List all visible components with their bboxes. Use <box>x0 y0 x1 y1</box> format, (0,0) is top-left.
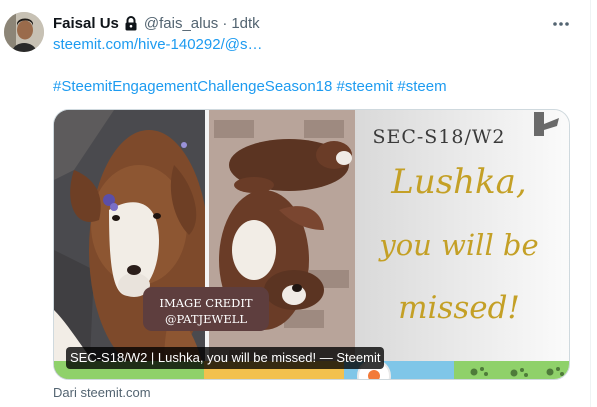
display-name[interactable]: Faisal Us <box>53 15 119 32</box>
image-line-1: Lushka, <box>390 162 527 202</box>
link-card[interactable]: IMAGE CREDIT @PATJEWELL SEC-S18/W2 Lushk… <box>53 109 570 380</box>
user-handle[interactable]: @fais_alus <box>144 15 218 32</box>
tweet-link[interactable]: steemit.com/hive-140292/@s… <box>53 36 262 53</box>
timestamp[interactable]: 1dtk <box>231 15 259 32</box>
card-source[interactable]: Dari steemit.com <box>53 385 151 400</box>
avatar[interactable] <box>4 12 44 52</box>
card-image: IMAGE CREDIT @PATJEWELL SEC-S18/W2 Lushk… <box>54 110 569 379</box>
card-title: SEC-S18/W2 | Lushka, you will be missed!… <box>66 347 385 369</box>
image-credit-line1: IMAGE CREDIT <box>159 296 252 310</box>
more-icon[interactable] <box>550 13 572 35</box>
separator-dot: · <box>222 14 228 32</box>
tweet-header: Faisal Us @fais_alus · 1dtk <box>53 12 260 34</box>
lock-icon <box>124 15 138 31</box>
timeline-right-border <box>590 0 591 407</box>
tweet-hashtags[interactable]: #SteemitEngagementChallengeSeason18 #ste… <box>53 78 447 95</box>
image-challenge-code: SEC-S18/W2 <box>372 126 505 148</box>
image-line-3: missed! <box>398 290 520 326</box>
image-line-2: you will be <box>377 228 538 262</box>
image-credit-line2: @PATJEWELL <box>165 312 247 326</box>
